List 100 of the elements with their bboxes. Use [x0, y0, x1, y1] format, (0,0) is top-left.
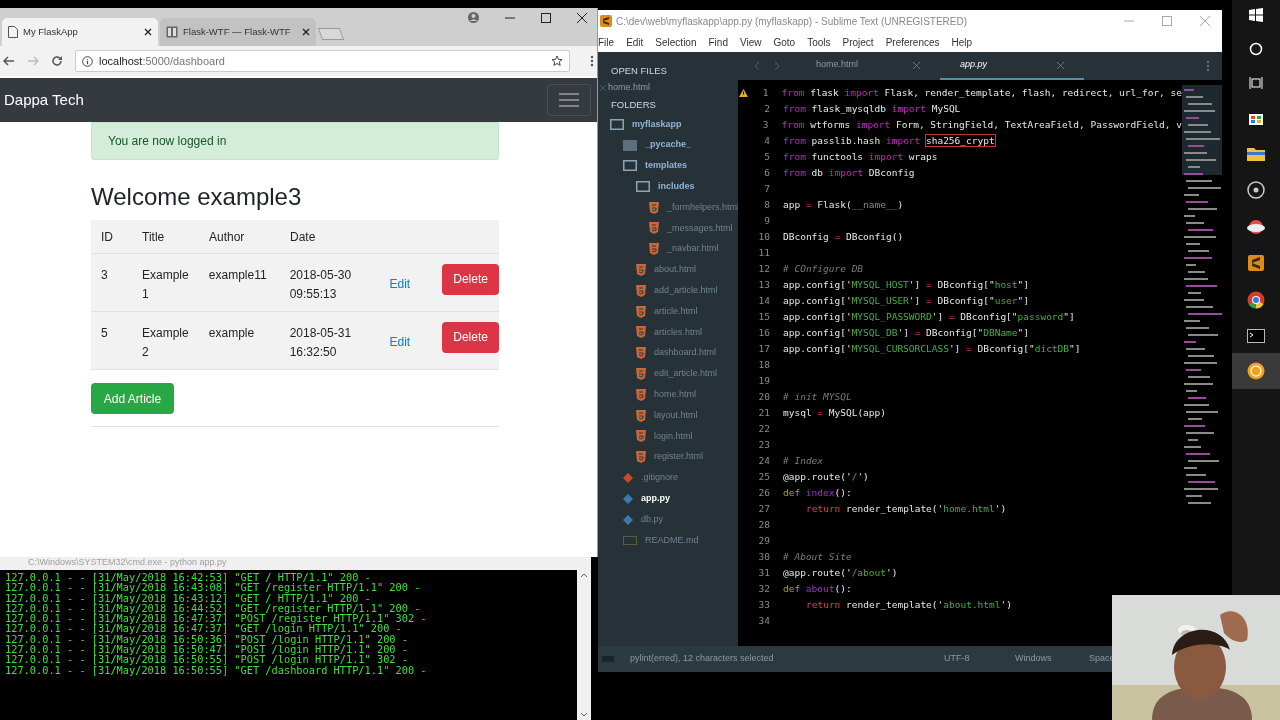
html-file-icon [636, 430, 646, 443]
window-title: C:\dev\web\myflaskapp\app.py (myflaskapp) - Sublime Text (UNREGISTERED) [616, 14, 969, 29]
table-cell-text: example [207, 325, 256, 342]
editor-tab[interactable]: app.py [940, 52, 1084, 80]
log-line: 127.0.0.1 - - [31/May/2018 16:47:37] "POST /register HTTP/1.1" 302 - [5, 613, 428, 624]
menu-item[interactable]: View [739, 34, 762, 50]
tree-item[interactable]: home.html [654, 388, 697, 402]
menu-item[interactable]: Preferences [885, 34, 940, 50]
tree-item[interactable]: article.html [654, 304, 698, 319]
line-number: 11 [757, 245, 770, 260]
status-message: pylint(erred), 12 characters selected [630, 652, 775, 666]
coin-icon[interactable] [1247, 362, 1265, 380]
tree-item[interactable]: myflaskapp [632, 117, 682, 132]
reload-icon[interactable] [51, 55, 63, 67]
delete-button[interactable]: Delete [442, 264, 499, 295]
log-line: 127.0.0.1 - - [31/May/2018 16:47:37] "GET /login HTTP/1.1" 200 - [5, 623, 403, 634]
tree-item[interactable]: templates [645, 159, 688, 173]
cloud-icon[interactable] [1246, 219, 1266, 235]
tree-item[interactable]: articles.html [654, 325, 702, 340]
line-number: 5 [763, 149, 770, 164]
line-endings-label[interactable]: Windows [1015, 652, 1089, 666]
line-number: 2 [763, 101, 770, 116]
tree-item[interactable]: dashboard.html [654, 346, 717, 360]
tree-item[interactable]: _navbar.html [667, 242, 719, 256]
menu-item[interactable]: Tools [807, 34, 831, 50]
close-icon[interactable] [144, 28, 152, 36]
menu-icon [559, 93, 579, 107]
tree-item[interactable]: _messages.html [667, 221, 733, 236]
html-file-icon [649, 201, 659, 214]
close-icon[interactable] [577, 12, 587, 23]
brand-link[interactable]: Dappa Tech [4, 88, 84, 112]
menu-item[interactable]: Selection [655, 34, 697, 50]
tree-item[interactable]: _pycache_ [645, 138, 692, 152]
browser-tab[interactable]: My FlaskApp [2, 18, 158, 46]
task-view-icon[interactable] [1249, 76, 1263, 90]
disc-icon[interactable] [1247, 181, 1265, 199]
account-icon[interactable] [468, 12, 479, 23]
html-file-icon [649, 222, 659, 235]
tree-item[interactable]: layout.html [654, 408, 698, 423]
code-line: app.config['MYSQL_USER'] = DBconfig["user"] [783, 293, 1029, 308]
menu-item[interactable]: Edit [626, 34, 644, 50]
line-number: 27 [757, 501, 770, 516]
tree-item[interactable]: includes [658, 180, 695, 194]
tree-item[interactable]: _formhelpers.html [667, 200, 740, 215]
table-cell-text: 3 [100, 267, 109, 284]
menu-item[interactable]: Goto [773, 34, 796, 50]
search-icon[interactable] [1249, 42, 1263, 56]
open-file[interactable]: home.html [608, 81, 651, 95]
line-number: 26 [757, 485, 770, 500]
log-line: 127.0.0.1 - - [31/May/2018 16:43:08] "GET /register HTTP/1.1" 200 - [5, 582, 422, 593]
maximize-icon[interactable] [541, 12, 551, 23]
edit-link[interactable]: Edit [389, 333, 411, 352]
folder-icon [623, 160, 637, 172]
tree-item[interactable]: README.md [645, 533, 699, 548]
line-number: 20 [757, 389, 770, 404]
star-icon[interactable] [551, 55, 563, 67]
app-logo-icon[interactable] [1248, 255, 1264, 271]
tree-item[interactable]: db.py [641, 512, 664, 527]
add-article-button[interactable]: Add Article [91, 383, 174, 414]
app-logo-icon [600, 15, 612, 27]
close-icon[interactable] [302, 28, 310, 36]
menu-item[interactable]: File [598, 34, 615, 50]
table-cell-text: 2018-05-31 16:32:50 [288, 325, 353, 361]
tree-item[interactable]: login.html [654, 429, 693, 444]
tree-item[interactable]: app.py [641, 492, 670, 506]
log-line: 127.0.0.1 - - [31/May/2018 16:42:53] "GET / HTTP/1.1" 200 - [5, 572, 372, 583]
terminal-icon[interactable] [1247, 329, 1265, 343]
folder-icon[interactable] [1247, 146, 1265, 161]
menu-item[interactable]: Help [951, 34, 973, 50]
code-line: def about(): [783, 581, 852, 596]
code-line: app.config['MYSQL_DB'] = DBconfig["DBName"] [783, 325, 1029, 340]
diamond-icon [623, 472, 633, 483]
edit-link[interactable]: Edit [389, 275, 411, 294]
column-header: Title [141, 228, 166, 246]
tree-item[interactable]: register.html [654, 450, 704, 464]
html-file-icon [636, 347, 646, 360]
tree-item[interactable]: edit_article.html [654, 367, 718, 381]
tree-item[interactable]: .gitignore [641, 471, 679, 485]
browser-icon[interactable] [1247, 291, 1265, 309]
back-icon[interactable] [3, 55, 15, 67]
code-line: from db import DBconfig [783, 165, 915, 180]
line-number: 6 [763, 165, 770, 180]
encoding-label[interactable]: UTF-8 [944, 652, 1015, 666]
menu-toggle-button[interactable] [547, 84, 591, 116]
tree-item[interactable]: about.html [654, 263, 697, 277]
editor-tab[interactable]: home.html [796, 52, 940, 80]
windows-logo-icon[interactable] [1249, 8, 1263, 22]
table-cell-text: 2018-05-30 09:55:13 [288, 267, 353, 303]
page-heading: Welcome example3 [91, 182, 303, 212]
menu-icon[interactable] [590, 55, 594, 67]
more-icon[interactable] [1206, 60, 1210, 72]
menu-item[interactable]: Find [708, 34, 728, 50]
menu-item[interactable]: Project [842, 34, 874, 50]
browser-tab[interactable]: Flask-WTF — Flask-WTF [160, 18, 316, 46]
address-bar[interactable]: localhost:5000/dashboard [75, 50, 570, 72]
delete-button[interactable]: Delete [442, 322, 499, 353]
tree-item[interactable]: add_article.html [654, 284, 718, 298]
code-line: app.config['MYSQL_HOST'] = DBconfig["host"] [783, 277, 1029, 292]
code-line: from functools import wraps [783, 149, 938, 164]
window-title: C:\Windows\SYSTEM32\cmd.exe - python app.py [28, 555, 227, 569]
